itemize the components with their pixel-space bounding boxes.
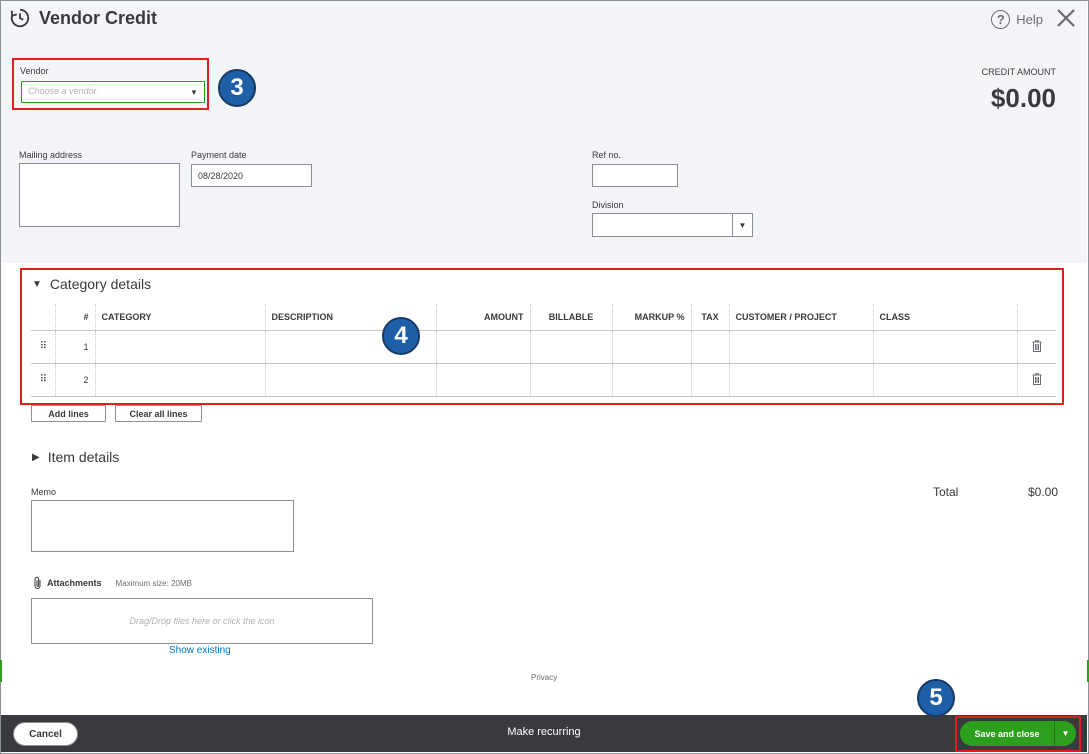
memo-field[interactable] xyxy=(31,500,294,552)
customer-project-cell[interactable] xyxy=(728,329,873,363)
division-label: Division xyxy=(592,200,624,210)
drag-column-header xyxy=(31,304,55,330)
column-header: MARKUP % xyxy=(611,304,691,330)
category-details-title: Category details xyxy=(49,276,152,292)
class-cell[interactable] xyxy=(872,329,1017,363)
privacy-link[interactable]: Privacy xyxy=(531,673,557,682)
delete-column-header xyxy=(1016,304,1056,330)
row-number: 1 xyxy=(54,329,95,363)
step-badge-5: 5 xyxy=(917,679,955,717)
column-header: # xyxy=(54,304,95,330)
column-header: CATEGORY xyxy=(94,304,265,330)
credit-amount-label: CREDIT AMOUNT xyxy=(981,67,1056,77)
category-cell[interactable] xyxy=(94,329,265,363)
paperclip-icon[interactable] xyxy=(33,576,43,590)
amount-cell[interactable] xyxy=(435,329,530,363)
memo-label: Memo xyxy=(31,487,57,497)
help-icon: ? xyxy=(991,10,1011,29)
credit-amount-value: $0.00 xyxy=(990,83,1056,113)
caret-right-icon: ▶ xyxy=(32,451,40,463)
delete-row-button[interactable] xyxy=(1016,362,1056,397)
drag-handle-icon[interactable]: ⠿ xyxy=(31,329,55,363)
payment-date-field[interactable]: 08/28/2020 xyxy=(191,164,312,187)
drag-handle-icon[interactable]: ⠿ xyxy=(31,362,55,397)
help-label: Help xyxy=(1016,12,1043,27)
vendor-highlight-box xyxy=(12,58,209,110)
trash-icon xyxy=(1032,339,1042,352)
item-details-toggle[interactable]: ▶ Item details xyxy=(32,449,119,465)
help-button[interactable]: ? Help xyxy=(991,10,1043,29)
item-details-title: Item details xyxy=(47,449,120,465)
mailing-address-field[interactable] xyxy=(19,163,180,227)
table-row[interactable]: ⠿ 2 xyxy=(31,362,1056,397)
column-header: CLASS xyxy=(872,304,1017,330)
total-value: $0.00 xyxy=(1027,485,1058,499)
customer-project-cell[interactable] xyxy=(728,362,873,397)
attachments-label: Attachments xyxy=(47,578,102,588)
table-row[interactable]: ⠿ 1 xyxy=(31,329,1056,363)
billable-cell[interactable] xyxy=(529,329,612,363)
column-header: BILLABLE xyxy=(529,304,612,330)
header-panel: Vendor Credit ? Help Vendor Choose a ven… xyxy=(1,1,1087,263)
clear-all-lines-button[interactable]: Clear all lines xyxy=(115,405,202,422)
make-recurring-link[interactable]: Make recurring xyxy=(1,726,1087,738)
max-size-note: Maximum size: 20MB xyxy=(115,578,192,588)
category-table: # CATEGORY DESCRIPTION AMOUNT BILLABLE M… xyxy=(31,304,1056,397)
tax-cell[interactable] xyxy=(690,329,729,363)
attachment-drop-zone[interactable]: Drag/Drop files here or click the icon xyxy=(31,598,373,644)
history-icon[interactable] xyxy=(9,7,31,29)
drop-zone-text: Drag/Drop files here or click the icon xyxy=(129,616,275,626)
page-title: Vendor Credit xyxy=(39,7,158,28)
title-row: Vendor Credit xyxy=(9,7,157,29)
division-select[interactable]: ▼ xyxy=(592,213,753,237)
chevron-down-icon[interactable]: ▼ xyxy=(732,214,752,236)
mailing-address-label: Mailing address xyxy=(19,150,83,160)
markup-cell[interactable] xyxy=(611,329,691,363)
caret-down-icon: ▼ xyxy=(32,278,42,290)
step-badge-4: 4 xyxy=(382,317,420,355)
add-lines-button[interactable]: Add lines xyxy=(31,405,106,422)
save-and-close-label: Save and close xyxy=(974,728,1040,739)
column-header: CUSTOMER / PROJECT xyxy=(728,304,873,330)
markup-cell[interactable] xyxy=(611,362,691,397)
category-details-toggle[interactable]: ▼ Category details xyxy=(32,276,151,292)
class-cell[interactable] xyxy=(872,362,1017,397)
trash-icon xyxy=(1032,372,1042,385)
delete-row-button[interactable] xyxy=(1016,329,1056,363)
category-cell[interactable] xyxy=(94,362,265,397)
payment-date-label: Payment date xyxy=(191,150,247,160)
billable-cell[interactable] xyxy=(529,362,612,397)
edge-accent xyxy=(0,660,2,682)
total-label: Total xyxy=(933,485,959,499)
save-and-close-button[interactable]: Save and close ▼ xyxy=(960,721,1076,746)
step-badge-3: 3 xyxy=(218,69,256,107)
show-existing-link[interactable]: Show existing xyxy=(169,645,231,656)
payment-date-value: 08/28/2020 xyxy=(198,171,244,181)
attachments-row: Attachments Maximum size: 20MB xyxy=(33,576,192,590)
footer-bar: Cancel Make recurring xyxy=(1,715,1087,752)
column-header: AMOUNT xyxy=(435,304,530,330)
tax-cell[interactable] xyxy=(690,362,729,397)
ref-no-field[interactable] xyxy=(592,164,678,187)
amount-cell[interactable] xyxy=(435,362,530,397)
chevron-down-icon[interactable]: ▼ xyxy=(1054,721,1076,746)
close-icon[interactable] xyxy=(1055,7,1077,29)
column-header: TAX xyxy=(690,304,729,330)
row-number: 2 xyxy=(54,362,95,397)
description-cell[interactable] xyxy=(264,362,436,397)
ref-no-label: Ref no. xyxy=(592,150,622,160)
table-header-row: # CATEGORY DESCRIPTION AMOUNT BILLABLE M… xyxy=(31,304,1056,330)
